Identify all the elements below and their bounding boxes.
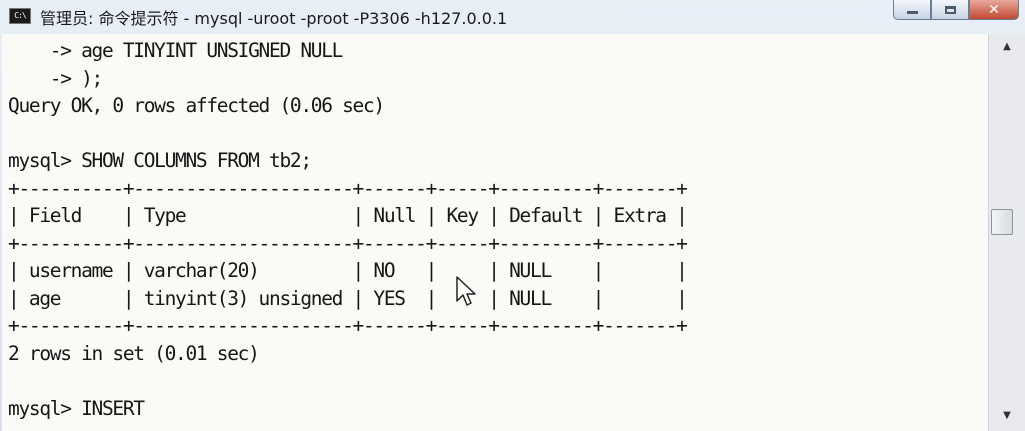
maximize-icon [944,5,956,14]
title-bar[interactable]: C:\ 管理员: 命令提示符 - mysql -uroot -proot -P3… [0,0,1025,34]
scroll-thumb[interactable] [991,209,1013,235]
window-title: 管理员: 命令提示符 - mysql -uroot -proot -P3306 … [40,9,508,28]
mouse-cursor-icon [456,276,476,306]
console-line: | age | tinyint(3) unsigned | YES | | NU… [8,286,688,310]
console-line: +----------+---------------------+------… [8,176,688,200]
vertical-scrollbar[interactable]: ▲ ▼ [988,34,1025,431]
console-line: Query OK, 0 rows affected (0.06 sec) [8,94,385,117]
console-line: 2 rows in set (0.01 sec) [8,341,260,365]
console-line: mysql> INSERT [8,396,145,420]
console-app-icon[interactable]: C:\ [9,8,31,24]
console-line: -> ); [8,66,104,90]
minimize-button[interactable] [893,0,931,20]
console-line: | username | varchar(20) | NO | | NULL |… [8,259,688,282]
close-button[interactable]: ✕ [969,0,1019,20]
console-line: +----------+---------------------+------… [8,314,688,337]
scroll-up-icon[interactable]: ▲ [989,36,1025,58]
console-text: -> age TINYINT UNSIGNED NULL -> ); Query … [8,37,688,422]
command-prompt-window: C:\ 管理员: 命令提示符 - mysql -uroot -proot -P3… [0,0,1025,431]
console-line: +----------+---------------------+------… [8,231,688,255]
console-line: mysql> SHOW COLUMNS FROM tb2; [8,149,312,172]
close-icon: ✕ [988,1,1000,18]
console-line: -> age TINYINT UNSIGNED NULL [8,39,344,62]
maximize-button[interactable] [931,0,969,20]
scroll-down-icon[interactable]: ▼ [989,405,1025,427]
console-line: | Field | Type | Null | Key | Default | … [8,204,688,227]
console-output[interactable]: -> age TINYINT UNSIGNED NULL -> ); Query … [2,34,988,431]
minimize-icon [906,11,918,14]
caption-buttons: ✕ [893,0,1019,22]
